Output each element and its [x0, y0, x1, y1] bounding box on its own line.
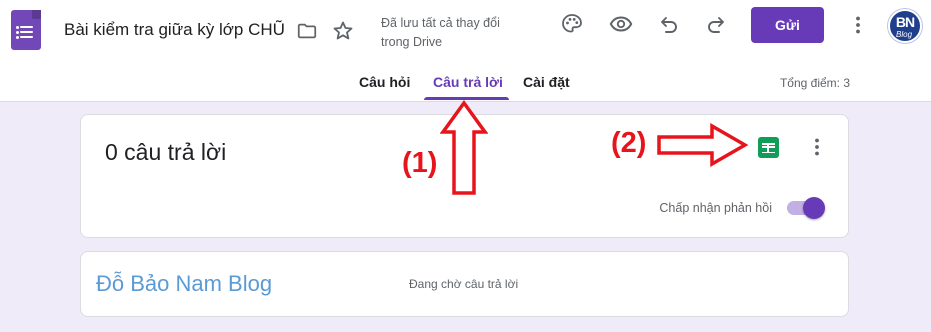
star-icon[interactable] [331, 19, 355, 43]
accept-responses-toggle-thumb[interactable] [803, 197, 825, 219]
forms-logo-icon[interactable] [11, 10, 41, 50]
save-status-line2: trong Drive [381, 35, 443, 49]
accept-responses-label: Chấp nhận phản hồi [659, 201, 772, 215]
save-status: Đã lưu tất cả thay đổi trong Drive [381, 14, 531, 52]
app-header: Bài kiểm tra giữa kỳ lớp CHŨ Đã lưu tất … [0, 0, 931, 102]
tab-settings[interactable]: Cài đặt [523, 74, 570, 90]
annotation-label-2: (2) [611, 127, 647, 159]
annotation-right-arrow-icon [657, 123, 748, 167]
tab-responses[interactable]: Câu trả lời [433, 74, 503, 90]
save-status-line1: Đã lưu tất cả thay đổi [381, 16, 500, 30]
palette-icon[interactable] [560, 12, 584, 36]
tab-questions[interactable]: Câu hỏi [359, 74, 410, 90]
undo-icon[interactable] [657, 12, 681, 36]
sheets-icon[interactable] [758, 137, 779, 158]
total-points: Tổng điểm: 3 [779, 76, 850, 90]
avatar-subtext: Blog [896, 30, 913, 39]
folder-icon[interactable] [296, 20, 318, 42]
response-count: 0 câu trả lời [105, 139, 227, 165]
avatar-initials: BN [895, 14, 915, 30]
responder-status: Đang chờ câu trả lời [409, 277, 519, 291]
document-title[interactable]: Bài kiểm tra giữa kỳ lớp CHŨ [64, 20, 290, 42]
redo-icon[interactable] [704, 12, 728, 36]
send-button[interactable]: Gửi [751, 7, 824, 43]
responder-card: Đỗ Bảo Nam Blog Đang chờ câu trả lời [80, 251, 849, 317]
more-vert-icon[interactable] [846, 13, 870, 37]
preview-eye-icon[interactable] [609, 12, 633, 36]
responder-name: Đỗ Bảo Nam Blog [96, 271, 273, 296]
account-avatar[interactable]: BN Blog [888, 9, 922, 43]
more-vert-icon[interactable] [805, 135, 829, 159]
annotation-up-arrow-icon [440, 100, 488, 195]
annotation-label-1: (1) [402, 147, 438, 179]
